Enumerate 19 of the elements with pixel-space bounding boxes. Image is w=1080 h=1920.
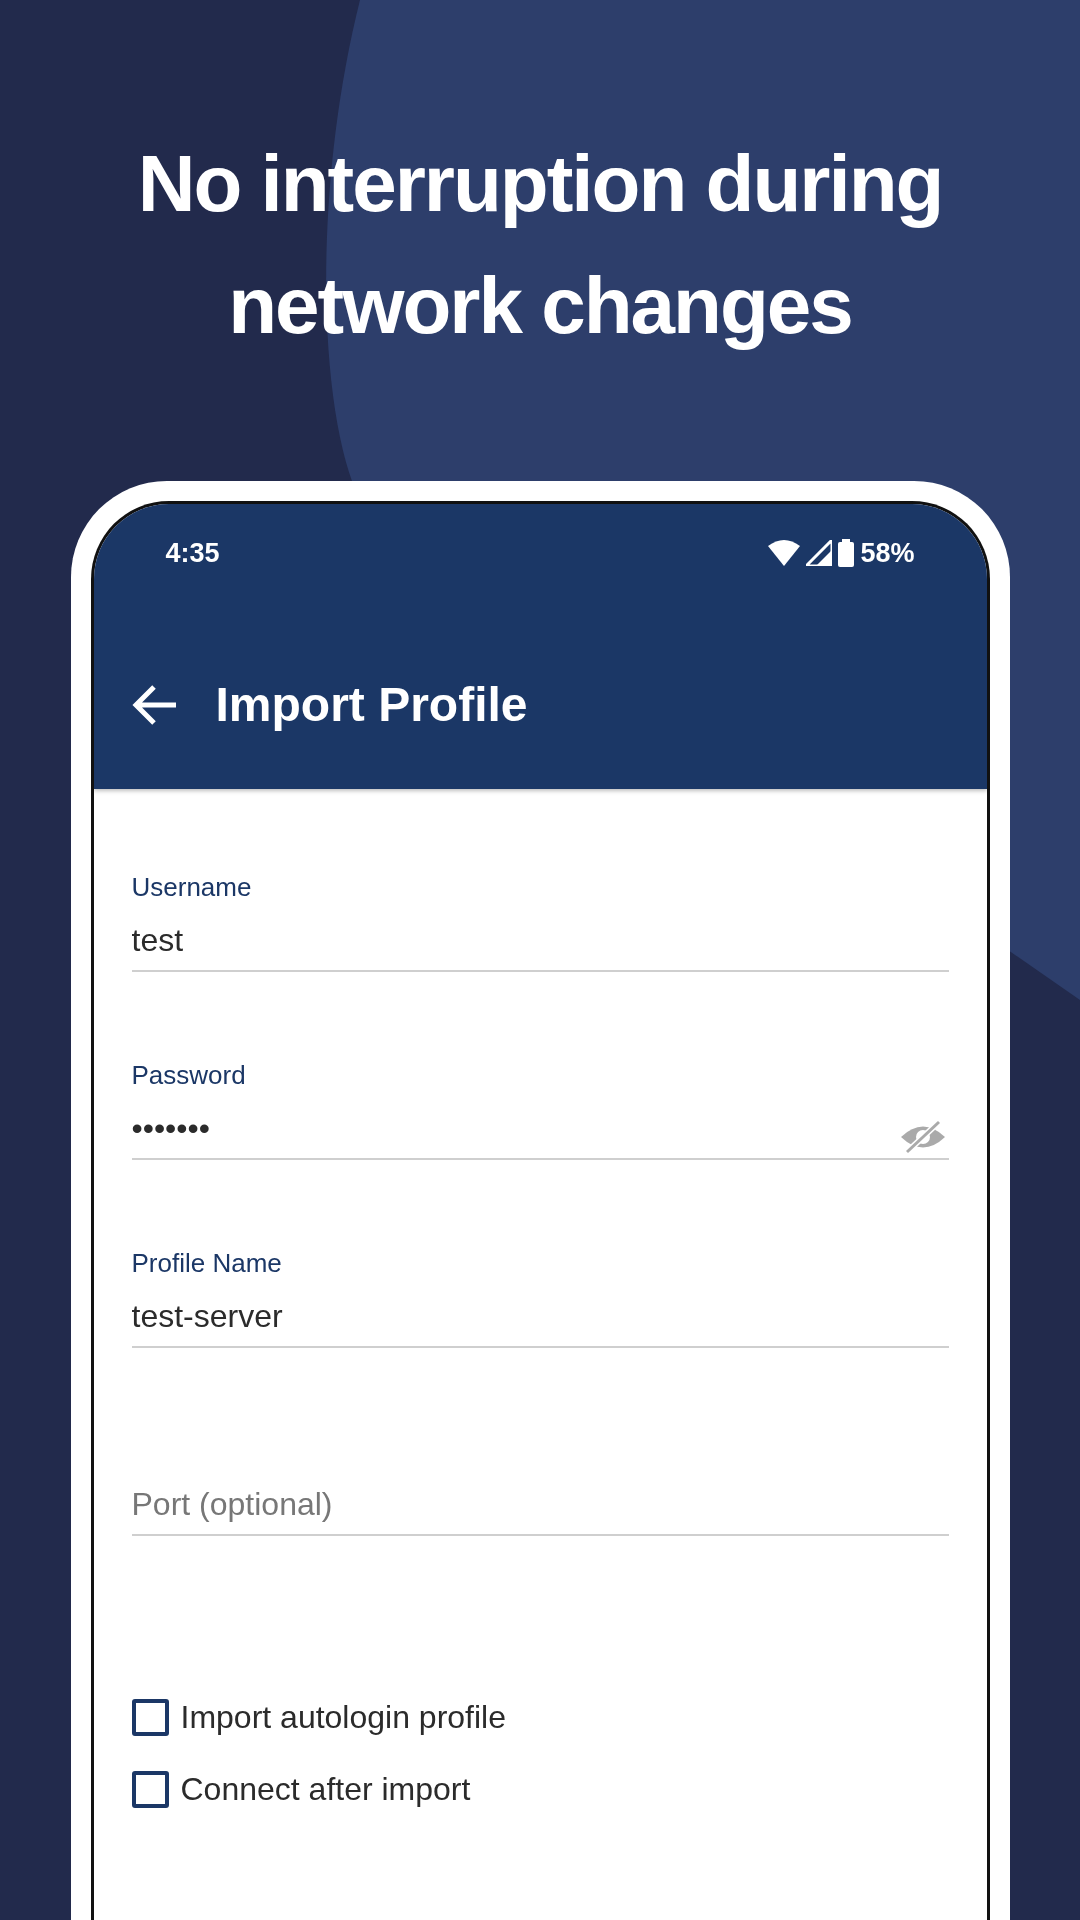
- battery-level: 58%: [860, 537, 915, 569]
- checkbox-label: Connect after import: [180, 1771, 471, 1808]
- field-label: Username: [131, 872, 253, 902]
- headline: No interruption during: [137, 138, 943, 230]
- checkbox-label: Import autologin profile: [180, 1699, 506, 1736]
- field-label: Password: [131, 1060, 247, 1090]
- text-field[interactable]: Port (optional): [131, 1474, 949, 1536]
- wifi-icon: [768, 540, 801, 566]
- signal-icon: [806, 540, 833, 566]
- checkbox[interactable]: [131, 1699, 169, 1736]
- checkbox[interactable]: [131, 1771, 169, 1808]
- battery-icon: [838, 539, 855, 567]
- field-label: Profile Name: [131, 1248, 283, 1278]
- text-field[interactable]: test-server: [131, 1286, 949, 1348]
- screen-title: Import Profile: [215, 677, 528, 732]
- status-time: 4:35: [165, 537, 220, 569]
- text-field[interactable]: test: [131, 910, 949, 972]
- back-icon[interactable]: [131, 682, 178, 727]
- headline: network changes: [228, 260, 852, 352]
